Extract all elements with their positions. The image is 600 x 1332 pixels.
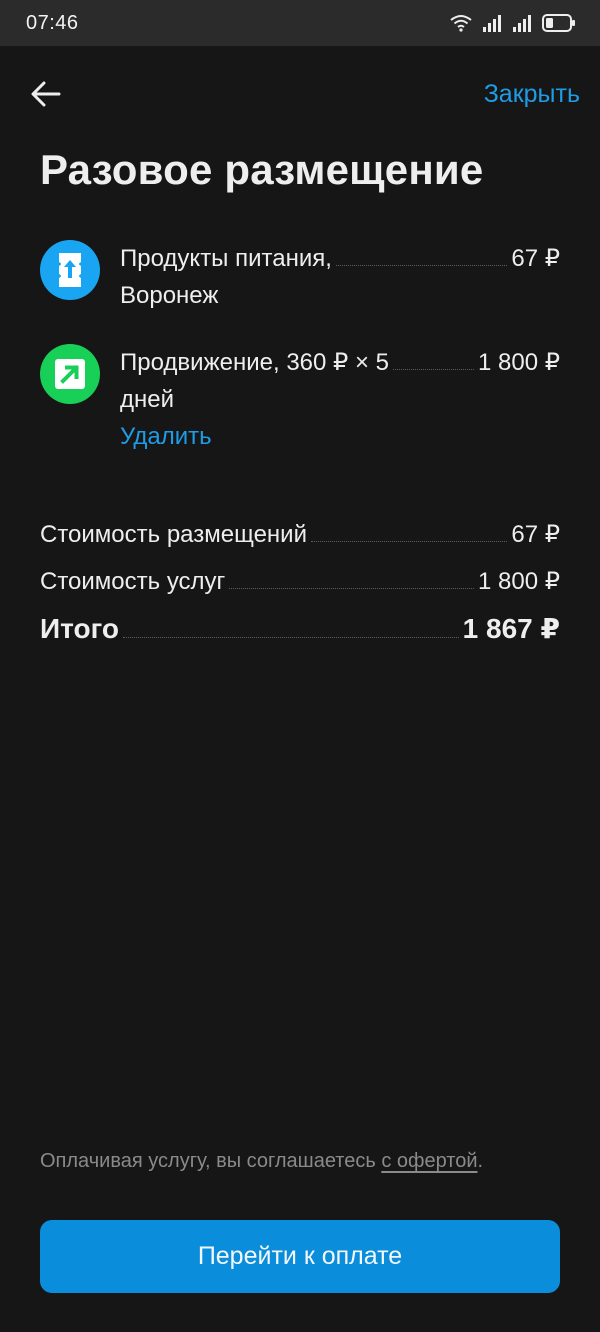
order-item-subtitle: дней: [120, 386, 175, 413]
promotion-arrow-icon: [40, 344, 100, 404]
dot-leader: [393, 369, 474, 370]
remove-link[interactable]: Удалить: [120, 418, 212, 456]
arrow-left-icon: [31, 81, 61, 107]
summary: Стоимость размещений 67 ₽ Стоимость услу…: [40, 516, 560, 660]
order-item-price: 67 ₽: [511, 245, 560, 272]
status-bar: 07:46: [0, 0, 600, 46]
close-link[interactable]: Закрыть: [484, 80, 580, 109]
status-time: 07:46: [26, 11, 79, 34]
summary-label: Стоимость размещений: [40, 521, 307, 548]
pay-button[interactable]: Перейти к оплате: [40, 1220, 560, 1293]
summary-row-total: Итого 1 867 ₽: [40, 610, 560, 660]
summary-value: 67 ₽: [511, 521, 560, 548]
agreement-text: Оплачивая услугу, вы соглашаетесь с офер…: [40, 1150, 570, 1173]
order-item-title: Продвижение, 360 ₽ × 5: [120, 349, 390, 376]
total-value: 1 867 ₽: [462, 613, 560, 644]
dot-leader: [229, 588, 474, 589]
back-button[interactable]: [26, 74, 66, 114]
dot-leader: [335, 265, 508, 266]
screen: 07:46 Закрыть Разовое размещение Продукт…: [0, 0, 600, 1332]
wifi-icon: [450, 15, 472, 32]
total-label: Итого: [40, 613, 119, 644]
summary-value: 1 800 ₽: [478, 568, 560, 595]
order-item: Продукты питания, 67 ₽ Воронеж: [40, 240, 560, 320]
order-item: Продвижение, 360 ₽ × 5 1 800 ₽ дней Удал…: [40, 344, 560, 464]
status-icons: [450, 14, 576, 32]
order-item-line: Продвижение, 360 ₽ × 5 1 800 ₽: [120, 344, 560, 381]
summary-row-placements: Стоимость размещений 67 ₽: [40, 516, 560, 563]
page-title: Разовое размещение: [40, 146, 484, 193]
dot-leader: [122, 637, 459, 638]
order-item-body: Продукты питания, 67 ₽ Воронеж: [120, 240, 560, 314]
signal-data-icon: [513, 15, 531, 32]
order-item-title: Продукты питания,: [120, 245, 332, 272]
order-item-body: Продвижение, 360 ₽ × 5 1 800 ₽ дней Удал…: [120, 344, 560, 456]
top-bar: Закрыть: [0, 66, 600, 122]
signal-icon: [483, 15, 501, 32]
dot-leader: [311, 541, 508, 542]
battery-icon: [542, 14, 575, 32]
agreement-prefix: Оплачивая услугу, вы соглашаетесь: [40, 1150, 382, 1172]
offer-link[interactable]: с офертой: [381, 1150, 477, 1172]
order-item-subtitle: Воронеж: [120, 282, 219, 309]
summary-label: Стоимость услуг: [40, 568, 226, 595]
listing-upload-icon: [40, 240, 100, 300]
summary-row-services: Стоимость услуг 1 800 ₽: [40, 563, 560, 610]
order-item-price: 1 800 ₽: [478, 349, 560, 376]
agreement-suffix: .: [477, 1150, 484, 1172]
order-item-line: Продукты питания, 67 ₽: [120, 240, 560, 277]
